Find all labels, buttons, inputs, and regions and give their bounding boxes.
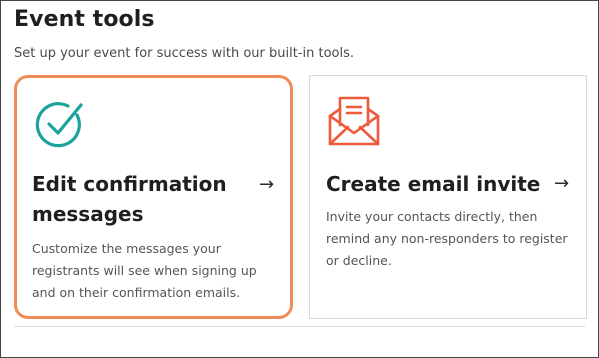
card-title: Edit confirmation messages bbox=[32, 172, 227, 226]
arrow-right-icon[interactable]: → bbox=[554, 174, 569, 194]
edit-confirmation-messages-card[interactable]: Edit confirmation messages → Customize t… bbox=[14, 75, 293, 319]
page-title: Event tools bbox=[14, 7, 155, 32]
open-envelope-letter-icon bbox=[328, 96, 380, 146]
event-tools-panel: Event tools Set up your event for succes… bbox=[0, 0, 599, 358]
create-email-invite-card[interactable]: Create email invite → Invite your contac… bbox=[309, 75, 587, 319]
checkmark-circle-icon bbox=[35, 102, 83, 148]
card-description: Customize the messages your registrants … bbox=[32, 241, 257, 300]
arrow-right-icon[interactable]: → bbox=[259, 175, 274, 195]
card-description: Invite your contacts directly, then remi… bbox=[326, 209, 568, 268]
card-title: Create email invite bbox=[326, 172, 541, 196]
page-subtitle: Set up your event for success with our b… bbox=[14, 46, 355, 61]
divider bbox=[14, 326, 585, 327]
